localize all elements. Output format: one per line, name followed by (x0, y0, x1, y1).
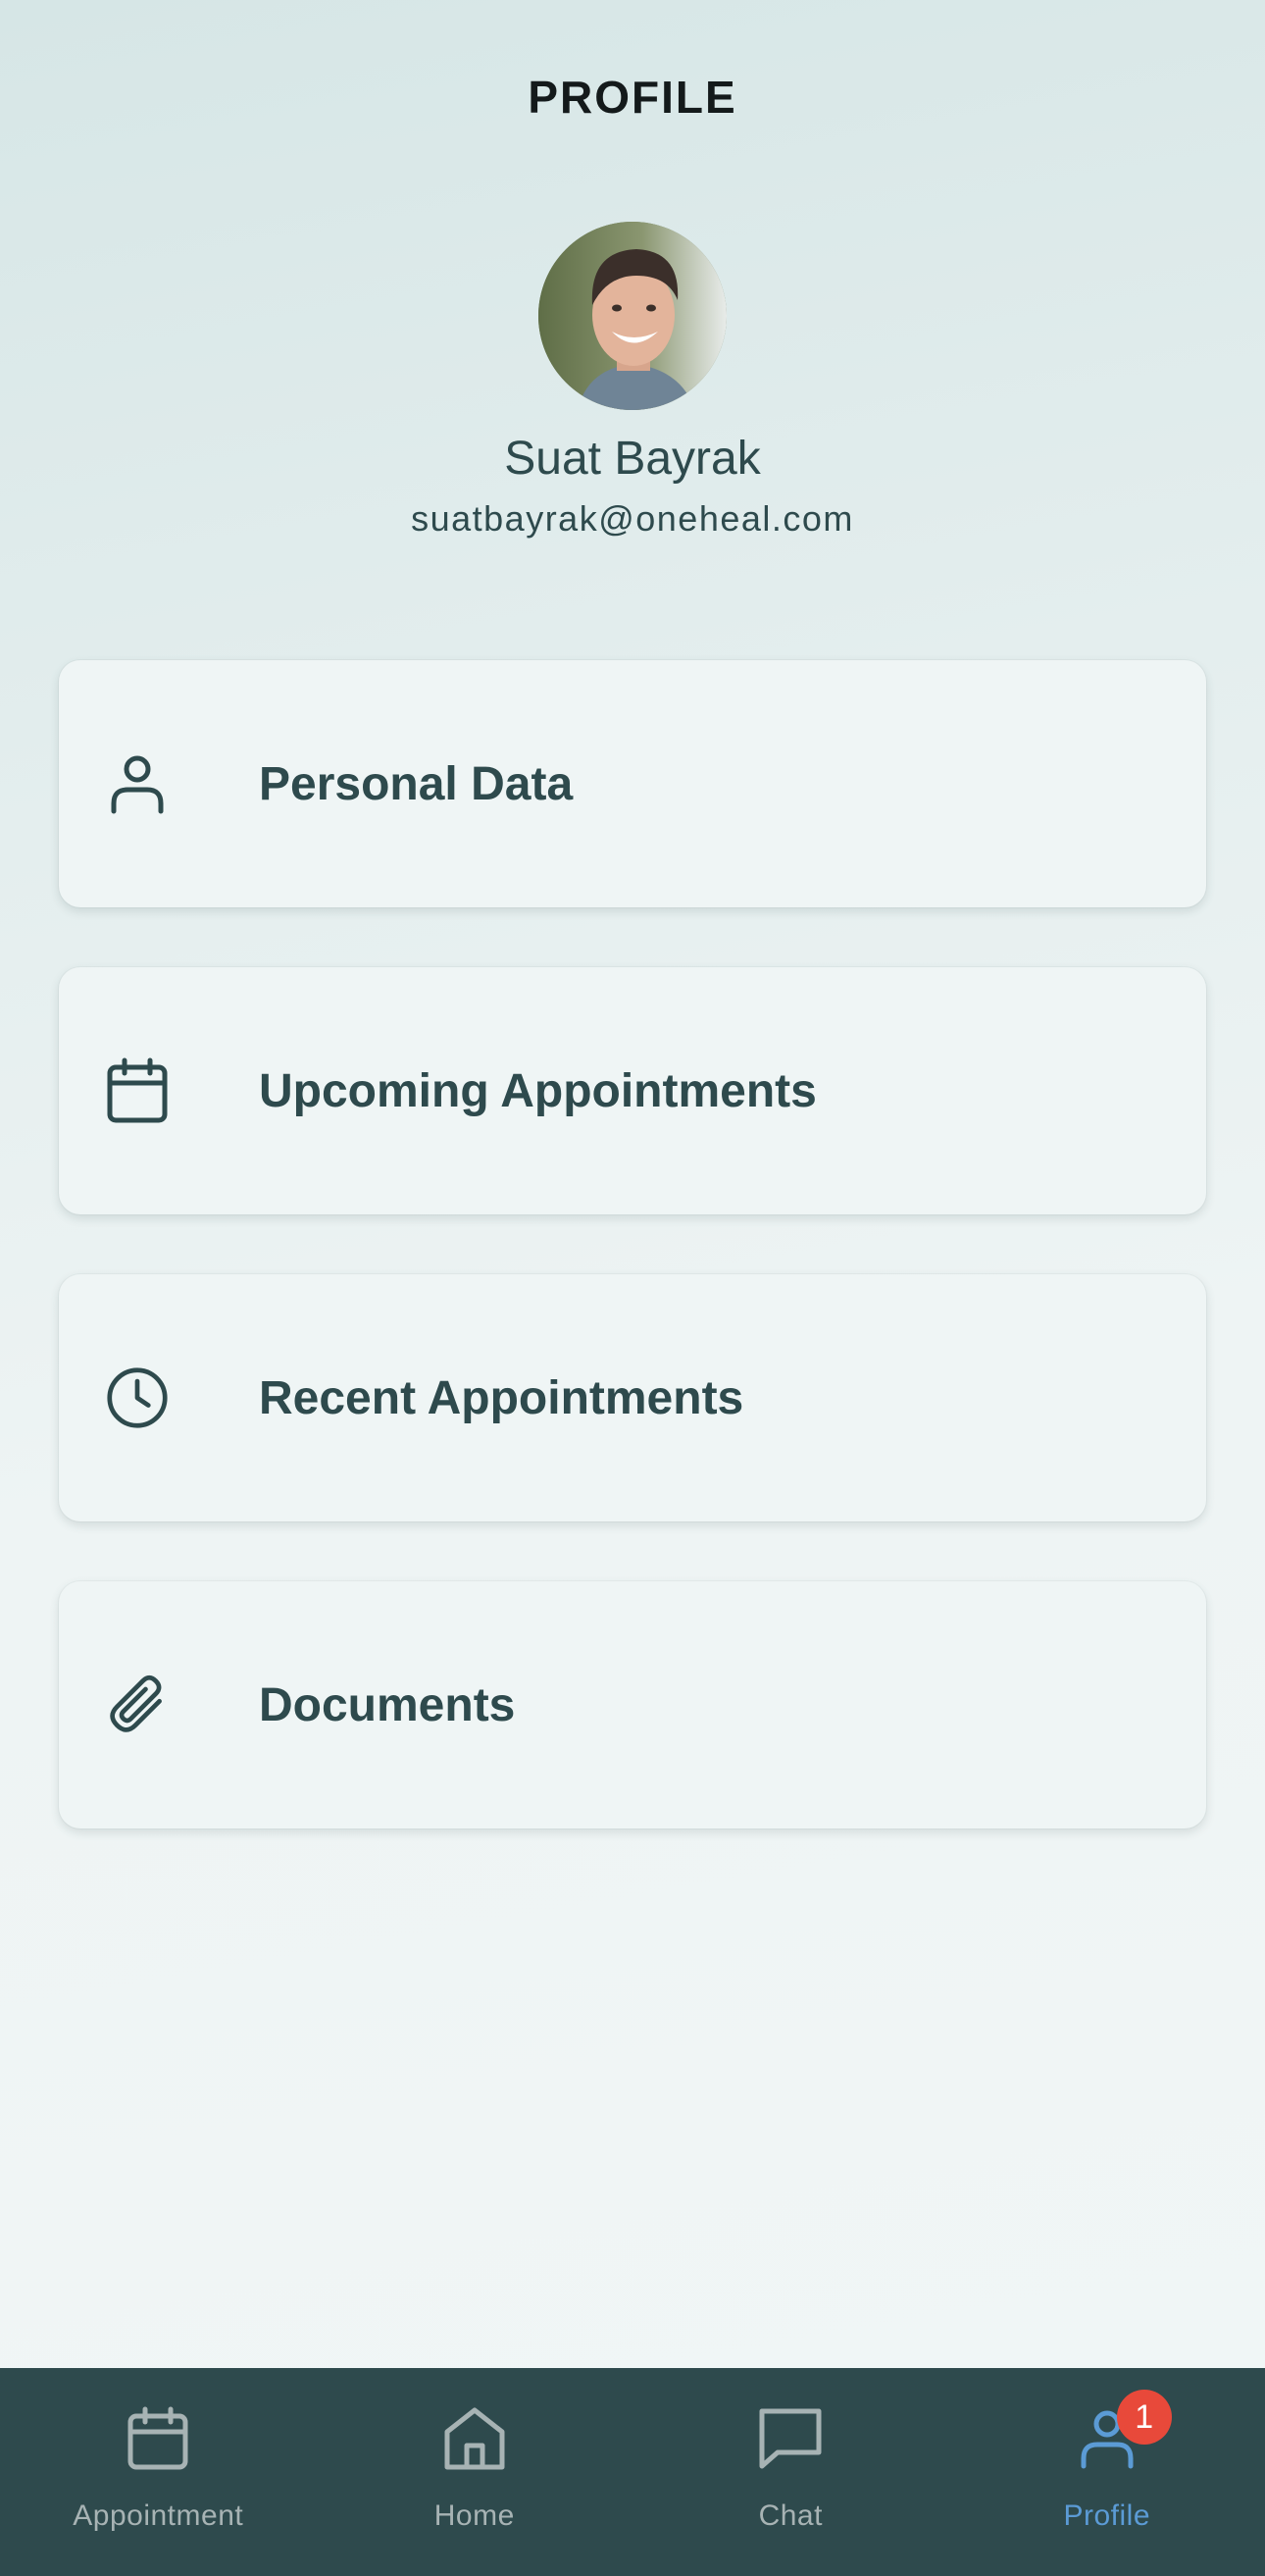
notification-badge: 1 (1116, 2390, 1172, 2445)
tab-label: Profile (1063, 2499, 1151, 2532)
tab-label: Home (433, 2499, 515, 2532)
tab-label: Appointment (73, 2499, 244, 2532)
menu-item-label: Personal Data (259, 757, 574, 810)
avatar[interactable] (538, 222, 727, 410)
tab-appointment[interactable]: Appointment (0, 2368, 317, 2576)
clock-icon (106, 1366, 169, 1429)
person-icon (106, 752, 169, 815)
profile-menu: Personal Data Upcoming Appointments Rece… (59, 660, 1206, 1888)
chat-bubble-icon (755, 2403, 826, 2474)
paperclip-icon (106, 1674, 169, 1736)
avatar-photo (538, 222, 727, 410)
home-icon (439, 2403, 510, 2474)
menu-item-label: Upcoming Appointments (259, 1064, 817, 1117)
person-icon: 1 (1072, 2390, 1172, 2474)
menu-item-recent-appointments[interactable]: Recent Appointments (59, 1274, 1206, 1521)
menu-item-documents[interactable]: Documents (59, 1581, 1206, 1829)
bottom-tab-bar: Appointment Home Chat 1 Profile (0, 2368, 1265, 2576)
page-title: PROFILE (528, 72, 737, 123)
tab-label: Chat (758, 2499, 823, 2532)
calendar-icon (123, 2403, 193, 2474)
tab-home[interactable]: Home (317, 2368, 633, 2576)
menu-item-upcoming-appointments[interactable]: Upcoming Appointments (59, 967, 1206, 1214)
tab-profile[interactable]: 1 Profile (949, 2368, 1265, 2576)
menu-item-label: Recent Appointments (259, 1371, 744, 1424)
menu-item-label: Documents (259, 1678, 516, 1731)
tab-chat[interactable]: Chat (632, 2368, 949, 2576)
user-email: suatbayrak@oneheal.com (411, 498, 854, 539)
calendar-icon (106, 1057, 169, 1123)
user-name: Suat Bayrak (504, 433, 761, 485)
menu-item-personal-data[interactable]: Personal Data (59, 660, 1206, 907)
